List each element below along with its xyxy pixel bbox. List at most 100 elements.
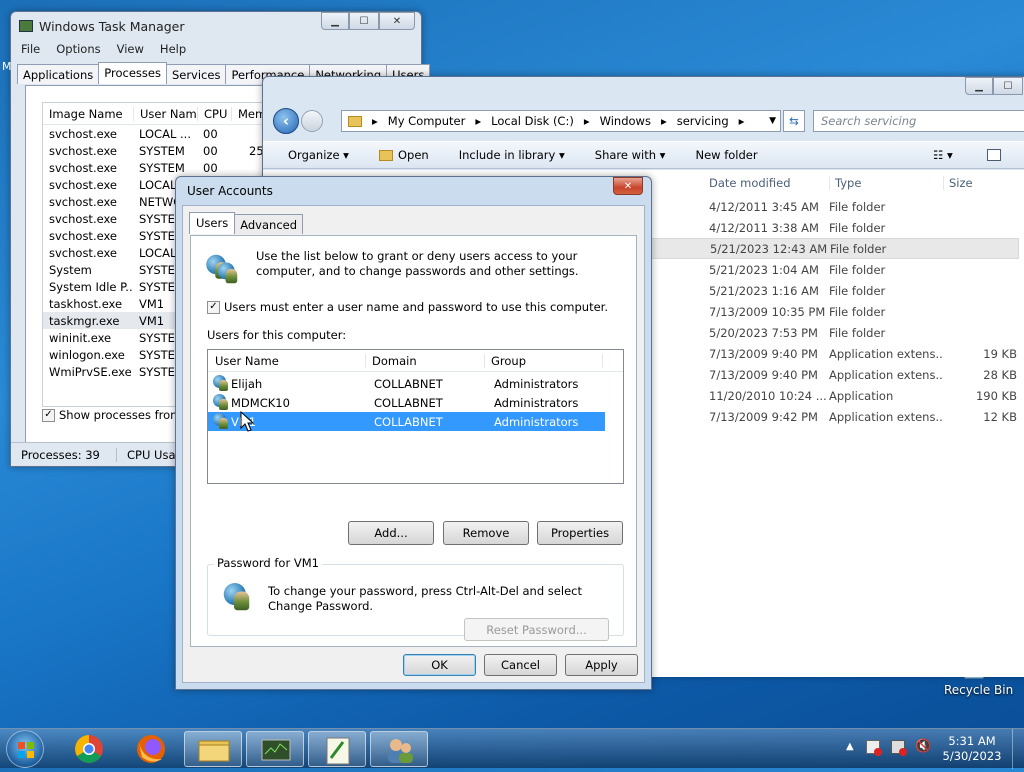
explorer-navbar: ‹ ▸ My Computer ▸ Local Disk (C:) ▸ Wind… bbox=[269, 105, 1024, 139]
taskbar-explorer-button[interactable] bbox=[184, 731, 242, 767]
folder-icon bbox=[348, 115, 362, 127]
action-center-icon[interactable] bbox=[866, 740, 882, 756]
network-icon[interactable] bbox=[891, 740, 907, 756]
col-date-modified[interactable]: Date modified bbox=[709, 176, 791, 190]
forward-button[interactable] bbox=[301, 110, 323, 132]
menu-options[interactable]: Options bbox=[56, 42, 100, 56]
organize-button[interactable]: Organize ▾ bbox=[288, 148, 349, 162]
taskbar-task-manager-button[interactable] bbox=[246, 731, 304, 767]
menu-file[interactable]: File bbox=[21, 42, 40, 56]
file-cell: 7/13/2009 9:42 PM bbox=[709, 409, 818, 424]
menu-view[interactable]: View bbox=[117, 42, 144, 56]
view-options-icon[interactable]: ☷ ▾ bbox=[933, 148, 953, 162]
taskbar-chrome-button[interactable] bbox=[60, 731, 118, 767]
tab-users-dialog[interactable]: Users bbox=[189, 212, 236, 234]
table-cell: 00 bbox=[203, 143, 218, 158]
reset-password-button: Reset Password... bbox=[464, 618, 609, 641]
file-cell: 7/13/2009 9:40 PM bbox=[709, 367, 818, 382]
table-cell: winlogon.exe bbox=[49, 347, 125, 362]
breadcrumb-servicing[interactable]: servicing bbox=[677, 114, 729, 128]
user-icon bbox=[212, 413, 229, 430]
file-cell: 4/12/2011 3:38 AM bbox=[709, 220, 819, 235]
breadcrumb-local-disk[interactable]: Local Disk (C:) bbox=[491, 114, 574, 128]
file-cell: File folder bbox=[830, 241, 887, 256]
file-cell: 12 KB bbox=[983, 409, 1017, 424]
user-row[interactable]: Elijah COLLABNET Administrators bbox=[208, 374, 623, 393]
table-cell: SYSTEM bbox=[139, 160, 185, 175]
col-type[interactable]: Type bbox=[829, 176, 861, 190]
user-domain-cell: COLLABNET bbox=[374, 395, 443, 410]
breadcrumb-windows[interactable]: Windows bbox=[600, 114, 651, 128]
status-processes: Processes: 39 bbox=[11, 447, 117, 462]
file-cell: 5/20/2023 7:53 PM bbox=[709, 325, 818, 340]
menu-help[interactable]: Help bbox=[160, 42, 186, 56]
refresh-button[interactable]: ⇆ bbox=[783, 110, 805, 132]
explorer-minimize-button[interactable]: ▁ bbox=[965, 77, 993, 95]
users-for-computer-label: Users for this computer: bbox=[207, 328, 347, 342]
preview-pane-icon[interactable] bbox=[987, 149, 1001, 161]
clock[interactable]: 5:31 AM 5/30/2023 bbox=[942, 734, 1002, 764]
table-cell: svchost.exe bbox=[49, 211, 118, 226]
taskbar-user-accounts-button[interactable] bbox=[370, 731, 428, 767]
user-row[interactable]: MDMCK10 COLLABNET Administrators bbox=[208, 393, 623, 412]
user-row[interactable]: VM1COLLABNETAdministrators bbox=[208, 412, 605, 431]
dialog-close-button[interactable]: ✕ bbox=[613, 177, 643, 195]
tab-processes[interactable]: Processes bbox=[98, 62, 167, 84]
table-cell: System bbox=[49, 262, 92, 277]
user-name-cell: Elijah bbox=[231, 376, 263, 391]
taskbar-firefox-button[interactable] bbox=[122, 731, 180, 767]
show-desktop-button[interactable] bbox=[1012, 729, 1024, 769]
tab-services[interactable]: Services bbox=[165, 64, 227, 84]
task-manager-titlebar[interactable]: Windows Task Manager ▁ ☐ ✕ bbox=[11, 12, 421, 40]
table-cell: SYSTEM bbox=[139, 143, 185, 158]
table-cell: svchost.exe bbox=[49, 177, 118, 192]
apply-button[interactable]: Apply bbox=[565, 654, 638, 676]
col-user-name[interactable]: User Name bbox=[133, 106, 197, 121]
volume-muted-icon[interactable]: 🔇 bbox=[915, 739, 931, 754]
col-users-user-name[interactable]: User Name bbox=[208, 353, 366, 368]
breadcrumb-my-computer[interactable]: My Computer bbox=[388, 114, 466, 128]
explorer-toolbar: Organize ▾ Open Include in library ▾ Sha… bbox=[263, 141, 1024, 169]
recycle-bin-label[interactable]: Recycle Bin bbox=[944, 683, 1013, 697]
tab-applications[interactable]: Applications bbox=[17, 64, 100, 84]
back-button[interactable]: ‹ bbox=[273, 108, 299, 134]
tab-advanced[interactable]: Advanced bbox=[234, 214, 304, 234]
dialog-titlebar[interactable]: User Accounts ✕ bbox=[176, 177, 651, 205]
file-cell: 28 KB bbox=[983, 367, 1017, 382]
explorer-maximize-button[interactable]: ☐ bbox=[993, 77, 1023, 95]
include-in-library-button[interactable]: Include in library ▾ bbox=[459, 148, 565, 162]
must-login-option[interactable]: ✓ Users must enter a user name and passw… bbox=[207, 300, 608, 314]
ok-button[interactable]: OK bbox=[403, 654, 476, 676]
col-users-domain[interactable]: Domain bbox=[366, 353, 485, 368]
address-dropdown-icon[interactable]: ▼ bbox=[769, 116, 776, 126]
share-with-button[interactable]: Share with ▾ bbox=[595, 148, 666, 162]
status-cpu: CPU Usag bbox=[127, 447, 183, 462]
search-input[interactable]: Search servicing bbox=[813, 110, 1024, 132]
open-folder-icon bbox=[378, 150, 393, 161]
cancel-button[interactable]: Cancel bbox=[484, 654, 557, 676]
table-cell: 00 bbox=[203, 126, 218, 141]
col-size[interactable]: Size bbox=[943, 176, 973, 190]
must-login-checkbox[interactable]: ✓ bbox=[207, 300, 220, 314]
add-user-button[interactable]: Add... bbox=[348, 521, 434, 545]
col-users-group[interactable]: Group bbox=[485, 353, 603, 368]
maximize-button[interactable]: ☐ bbox=[349, 12, 379, 30]
remove-user-button[interactable]: Remove bbox=[443, 521, 529, 545]
close-button[interactable]: ✕ bbox=[379, 12, 415, 30]
start-button[interactable] bbox=[6, 730, 44, 768]
tray-expand-icon[interactable]: ▲ bbox=[846, 741, 854, 752]
users-list-header: User Name Domain Group bbox=[208, 350, 623, 372]
open-button[interactable]: Open bbox=[378, 148, 429, 162]
breadcrumb-sep-icon: ▸ bbox=[738, 114, 745, 128]
show-all-checkbox[interactable]: ✓ bbox=[42, 408, 55, 422]
new-folder-button[interactable]: New folder bbox=[695, 148, 757, 162]
file-cell: 4/12/2011 3:45 AM bbox=[709, 199, 819, 214]
col-image-name[interactable]: Image Name bbox=[43, 107, 133, 121]
file-cell: File folder bbox=[829, 199, 886, 214]
address-bar[interactable]: ▸ My Computer ▸ Local Disk (C:) ▸ Window… bbox=[341, 110, 781, 132]
minimize-button[interactable]: ▁ bbox=[321, 12, 349, 30]
properties-button[interactable]: Properties bbox=[537, 521, 623, 545]
taskbar-editor-button[interactable] bbox=[308, 731, 366, 767]
user-icon bbox=[212, 375, 229, 392]
col-cpu[interactable]: CPU bbox=[197, 106, 231, 121]
